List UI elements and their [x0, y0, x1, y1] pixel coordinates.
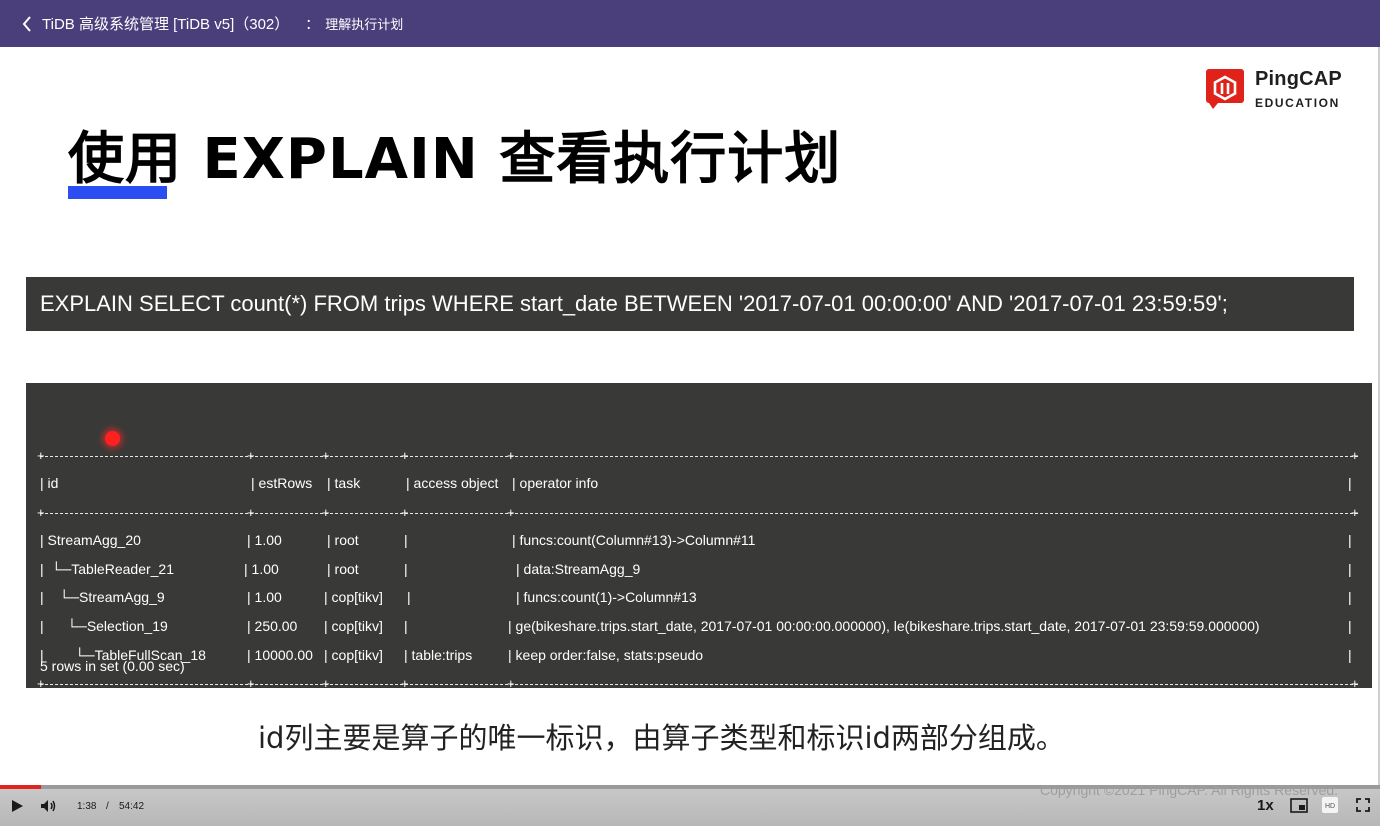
table-cell: | data:StreamAgg_9: [516, 560, 641, 577]
table-cell: |: [1348, 589, 1352, 606]
back-button[interactable]: [12, 0, 42, 47]
logo-name: PingCAP: [1255, 68, 1342, 90]
chevron-left-icon: [22, 15, 31, 32]
table-border-corner: +: [247, 448, 255, 463]
table-header-cell: | task: [327, 475, 361, 491]
rows-count: 5 rows in set (0.00 sec): [40, 658, 185, 674]
table-cell: | 1.00: [247, 589, 282, 606]
table-cell: | table:trips: [404, 646, 473, 663]
copyright: Copyright ©2021 PingCAP. All Rights Rese…: [1040, 782, 1338, 798]
table-border-corner: +: [1351, 505, 1359, 520]
table-cell: |: [407, 589, 411, 606]
table-border-corner: +: [247, 676, 255, 691]
video-subtitle: id列主要是算子的唯一标识，由算子类型和标识id两部分组成。: [258, 721, 1065, 755]
table-header-cell: | id: [40, 475, 59, 491]
pingcap-logo: PingCAP EDUCATION: [1206, 68, 1342, 110]
progress-fill: [0, 785, 42, 789]
title-separator: ：: [305, 15, 320, 32]
table-cell: |: [404, 560, 408, 577]
table-border-corner: +: [1351, 448, 1359, 463]
top-bar: TiDB 高级系统管理 [TiDB v5]（302） ： 理解执行计划: [0, 0, 1380, 47]
table-header-cell: | estRows: [251, 475, 313, 491]
play-icon[interactable]: [10, 799, 24, 813]
explain-result: + + + + + + + + + + + + + + + + + + | id | estRows | task | a…: [26, 383, 1372, 691]
table-border-corner: +: [37, 505, 45, 520]
sql-statement: EXPLAIN SELECT count(*) FROM trips WHERE…: [26, 277, 1354, 331]
table-cell: |: [404, 532, 408, 548]
logo-subtitle: EDUCATION: [1255, 96, 1340, 110]
table-border-top: + + + + + +: [37, 448, 1359, 463]
table-border-bottom: + + + + + +: [37, 676, 1359, 691]
table-border-corner: +: [401, 505, 409, 520]
table-cell: | root: [327, 560, 359, 577]
current-time: 1:38: [77, 801, 97, 812]
table-border-corner: +: [401, 448, 409, 463]
table-cell: |: [1348, 532, 1352, 548]
table-header-cell: | operator info: [512, 475, 599, 491]
table-border-header: + + + + + +: [37, 505, 1359, 520]
course-title[interactable]: TiDB 高级系统管理 [TiDB v5]（302）: [42, 13, 289, 34]
table-border-corner: +: [37, 676, 45, 691]
table-cell: | funcs:count(1)->Column#13: [516, 589, 697, 606]
table-header-cell: |: [1348, 475, 1352, 491]
playback-speed[interactable]: 1x: [1257, 797, 1274, 814]
table-border-corner: +: [507, 448, 515, 463]
slide: PingCAP EDUCATION 使用 EXPLAIN 查看执行计划 EXPL…: [0, 47, 1380, 785]
table-cell: | cop[tikv]: [324, 618, 383, 635]
table-cell: | ge(bikeshare.trips.start_date, 2017-07…: [508, 618, 1260, 635]
pingcap-logo-icon: [1206, 69, 1244, 109]
table-cell: | cop[tikv]: [324, 589, 383, 606]
table-cell: | └─TableReader_21: [40, 560, 174, 577]
table-cell: |: [404, 618, 408, 635]
table-border-corner: +: [507, 676, 515, 691]
table-header-cell: | access object: [406, 475, 499, 491]
table-border-corner: +: [322, 676, 330, 691]
table-cell: | 250.00: [247, 618, 298, 635]
hd-icon[interactable]: HD: [1322, 797, 1338, 813]
table-cell: | root: [327, 532, 359, 548]
table-border-corner: +: [322, 505, 330, 520]
time-separator: /: [106, 801, 109, 812]
pointer-dot: [105, 431, 120, 446]
pip-icon[interactable]: [1290, 798, 1308, 813]
volume-icon[interactable]: [40, 799, 58, 813]
table-cell: |: [1348, 560, 1352, 577]
table-cell: | └─Selection_19: [40, 618, 168, 635]
table-cell: | 10000.00: [247, 646, 313, 663]
table-border-corner: +: [401, 676, 409, 691]
table-cell: | 1.00: [247, 532, 282, 548]
slide-title: 使用 EXPLAIN 查看执行计划: [68, 127, 842, 192]
table-cell: | funcs:count(Column#13)->Column#11: [512, 532, 756, 548]
lesson-title: 理解执行计划: [325, 17, 404, 32]
player-controls: Copyright ©2021 PingCAP. All Rights Rese…: [0, 782, 1380, 826]
table-cell: | └─StreamAgg_9: [40, 589, 165, 606]
table-cell: | StreamAgg_20: [40, 532, 141, 548]
table-cell: |: [1348, 618, 1352, 635]
svg-text:HD: HD: [1325, 803, 1335, 810]
table-border-corner: +: [507, 505, 515, 520]
duration: 54:42: [119, 801, 145, 812]
table-border-corner: +: [1351, 676, 1359, 691]
table-cell: |: [1348, 646, 1352, 663]
table-border-corner: +: [322, 448, 330, 463]
table-cell: | 1.00: [244, 560, 279, 577]
title-underline: [68, 186, 167, 199]
table-cell: | keep order:false, stats:pseudo: [508, 646, 704, 663]
table-border-corner: +: [37, 448, 45, 463]
fullscreen-icon[interactable]: [1356, 798, 1370, 812]
table-cell: | cop[tikv]: [324, 646, 383, 663]
table-border-corner: +: [247, 505, 255, 520]
